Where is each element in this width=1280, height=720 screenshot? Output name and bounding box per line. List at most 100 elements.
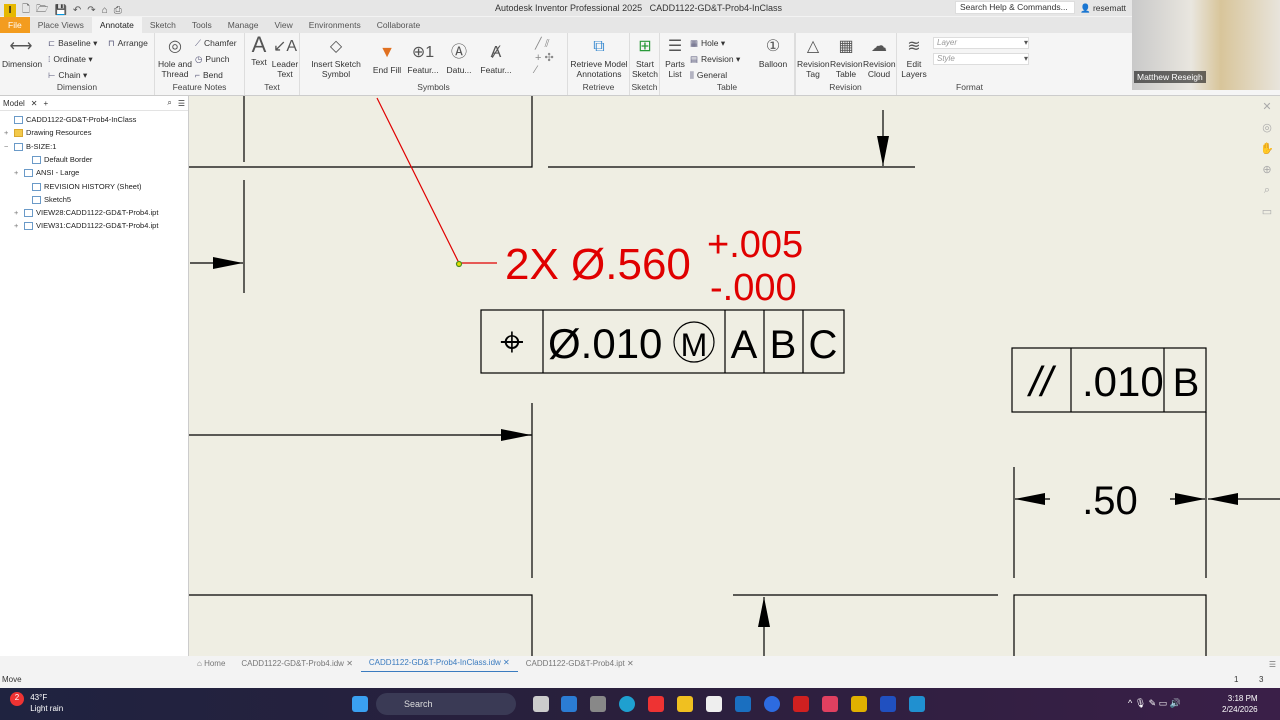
revision-table-dropdown[interactable]: ▤ Revision ▾ [690, 54, 740, 65]
browser-tree-item[interactable]: + Drawing Resources [4, 128, 91, 138]
inventor-logo-icon[interactable]: I [4, 4, 16, 17]
ordinate-button[interactable]: ⁞ Ordinate ▾ [48, 54, 93, 65]
undo-icon[interactable]: ↶ [73, 5, 81, 16]
leader-text-button[interactable]: ↙A Leader Text [271, 37, 299, 79]
model-tab[interactable]: Model [3, 99, 25, 108]
weather-widget[interactable]: 2 43°F Light rain [10, 692, 63, 714]
browser-tree-item[interactable]: + VIEW31:CADD1122-GD&T-Prob4.ipt [14, 221, 158, 231]
close-icon[interactable]: ✕ [1262, 100, 1271, 113]
search-icon[interactable]: ⌕ [167, 98, 171, 108]
file-explorer-icon[interactable] [677, 696, 693, 712]
zoom-app-icon[interactable] [764, 696, 780, 712]
edit-layers-button[interactable]: ≋ Edit Layers [899, 37, 929, 79]
tab-view[interactable]: View [266, 17, 300, 33]
retrieve-model-annotations-button[interactable]: ⧉ Retrieve Model Annotations [570, 37, 628, 79]
baseline-button[interactable]: ⊏ Baseline ▾ [48, 38, 97, 49]
dimension-value[interactable]: .50 [1082, 479, 1138, 523]
datum-button[interactable]: Ⓐ Datu... [444, 43, 474, 75]
drawing-canvas[interactable]: 2X Ø.560 +.005 -.000 ⌖ Ø.010 M A B C // … [189, 96, 1280, 656]
revision-tag-button[interactable]: △ Revision Tag [797, 37, 830, 79]
start-icon[interactable] [352, 696, 368, 712]
tab-collaborate[interactable]: Collaborate [369, 17, 428, 33]
zoom-window-icon[interactable]: ⌕ [1264, 184, 1270, 197]
arrange-button[interactable]: ⊓ Arrange [108, 38, 148, 49]
tab-manage[interactable]: Manage [220, 17, 267, 33]
doc-tab[interactable]: CADD1122-GD&T-Prob4.ipt ✕ [518, 656, 642, 672]
balloon-button[interactable]: ① Balloon [755, 37, 791, 69]
parts-list-button[interactable]: ☰ Parts List [662, 37, 688, 79]
chain-button[interactable]: ⊢ Chain ▾ [48, 70, 87, 81]
task-view-icon[interactable] [533, 696, 549, 712]
store-icon[interactable] [706, 696, 722, 712]
close-icon[interactable]: ✕ [31, 99, 38, 108]
zoom-all-icon[interactable]: ▭ [1262, 205, 1272, 218]
edge-icon[interactable] [619, 696, 635, 712]
browser-tree-item[interactable]: REVISION HISTORY (Sheet) [22, 182, 142, 191]
tab-file[interactable]: File [0, 17, 30, 33]
revision-table-button[interactable]: ▦ Revision Table [830, 37, 863, 79]
browser-tree-item[interactable]: Default Border [22, 155, 92, 164]
browser-tree-item[interactable]: + ANSI - Large [14, 168, 79, 178]
expand-toggle[interactable]: + [4, 128, 14, 137]
doc-tab[interactable]: CADD1122-GD&T-Prob4.idw ✕ [233, 656, 361, 672]
text-button[interactable]: A Text [248, 34, 270, 68]
tab-annotate[interactable]: Annotate [91, 17, 142, 33]
expand-toggle[interactable]: + [14, 168, 24, 177]
viewcube-icon[interactable]: ◎ [1262, 121, 1272, 134]
tab-home[interactable]: ⌂ Home [189, 656, 233, 672]
expand-toggle[interactable]: + [14, 221, 24, 230]
revision-cloud-button[interactable]: ☁ Revision Cloud [863, 37, 896, 79]
taskbar-search[interactable]: Search [376, 693, 516, 715]
insert-sketch-symbol-button[interactable]: ◇ Insert Sketch Symbol [306, 37, 366, 79]
browser-tree-item[interactable]: CADD1122-GD&T-Prob4-InClass [4, 115, 136, 125]
hole-table-button[interactable]: ▦ Hole ▾ [690, 38, 725, 49]
inventor-icon[interactable] [851, 696, 867, 712]
app-icon[interactable] [909, 696, 925, 712]
doc-tab-active[interactable]: CADD1122-GD&T-Prob4-InClass.idw ✕ [360, 655, 518, 673]
system-tray-icons[interactable]: ^ 🎙 ✎ ▭ 🔊 [1128, 698, 1181, 709]
expand-toggle[interactable]: + [14, 208, 24, 217]
outlook-icon[interactable] [735, 696, 751, 712]
expand-toggle[interactable]: − [4, 142, 14, 151]
menu-icon[interactable]: ☰ [178, 99, 185, 108]
punch-button[interactable]: ◷ Punch [195, 54, 230, 65]
tab-place-views[interactable]: Place Views [30, 17, 92, 33]
user-account[interactable]: 👤 resematt [1080, 3, 1126, 14]
add-icon[interactable]: + [44, 99, 49, 108]
clock[interactable]: 3:18 PM 2/24/2026 [1222, 693, 1258, 715]
redo-icon[interactable]: ↷ [87, 5, 95, 16]
help-search-input[interactable]: Search Help & Commands... [955, 1, 1075, 14]
save-icon[interactable]: 💾 [54, 5, 66, 16]
end-fill-button[interactable]: ▼ End Fill [372, 43, 402, 75]
tab-tools[interactable]: Tools [184, 17, 220, 33]
app-icon[interactable] [648, 696, 664, 712]
dimension-button[interactable]: ⟷ Dimension [2, 37, 42, 69]
autocad-icon[interactable] [822, 696, 838, 712]
browser-tree-item[interactable]: Sketch5 [22, 195, 71, 204]
tab-sketch[interactable]: Sketch [142, 17, 184, 33]
start-sketch-button[interactable]: ⊞ Start Sketch [632, 37, 658, 79]
acrobat-icon[interactable] [793, 696, 809, 712]
calculator-icon[interactable] [590, 696, 606, 712]
revit-icon[interactable] [880, 696, 896, 712]
tabs-menu-icon[interactable]: ☰ [1269, 660, 1280, 669]
revision-table-icon: ▦ [838, 38, 854, 55]
app-icon[interactable] [561, 696, 577, 712]
zoom-icon[interactable]: ⊕ [1262, 163, 1271, 176]
centerline-tools-icon[interactable]: ╱ ⫽ + ✣ ⁄ [535, 37, 554, 76]
browser-tree-item[interactable]: + VIEW28:CADD1122-GD&T-Prob4.ipt [14, 208, 158, 218]
feature-control-frame-button[interactable]: ⊕1 Featur... [406, 43, 440, 75]
pan-icon[interactable]: ✋ [1260, 142, 1274, 155]
print-icon[interactable]: ⎙ [114, 5, 122, 16]
general-table-button[interactable]: ⫼ General [690, 70, 727, 81]
browser-tree-item[interactable]: − B-SIZE:1 [4, 142, 56, 151]
hole-note[interactable]: 2X Ø.560 [505, 240, 691, 289]
style-dropdown[interactable]: Style ▾ [933, 53, 1029, 65]
home-icon[interactable]: ⌂ [102, 5, 108, 16]
bend-button[interactable]: ⌐ Bend [195, 70, 223, 80]
feature-identifier-button[interactable]: Ⱥ Featur... [478, 43, 514, 75]
tab-environments[interactable]: Environments [301, 17, 369, 33]
hole-thread-button[interactable]: ◎ Hole and Thread [157, 37, 193, 79]
layer-dropdown[interactable]: Layer ▾ [933, 37, 1029, 49]
chamfer-button[interactable]: ⟋ Chamfer [195, 38, 237, 49]
